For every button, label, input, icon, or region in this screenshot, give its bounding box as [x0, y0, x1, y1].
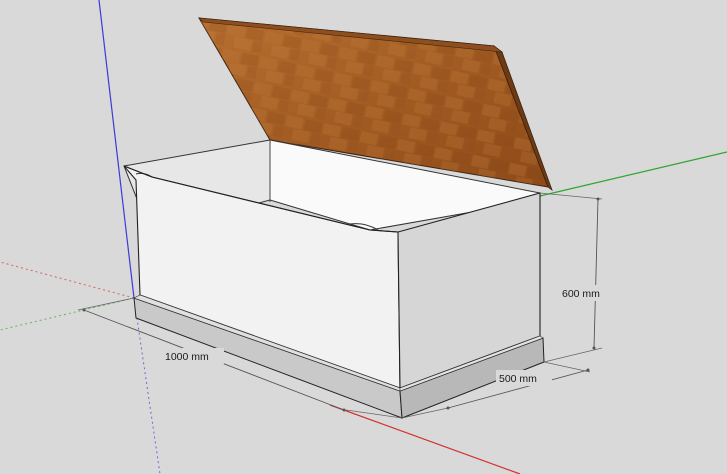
length-dimension-label: 1000 mm — [165, 351, 209, 363]
red-axis-dotted — [0, 261, 135, 299]
modeling-viewport[interactable]: 600 mm 1000 mm 500 mm — [0, 0, 727, 474]
green-axis-dotted — [0, 297, 135, 331]
blue-axis — [98, 0, 135, 299]
height-dimension[interactable]: 600 mm — [539, 192, 614, 363]
red-axis — [329, 404, 521, 474]
depth-dimension-label: 500 mm — [499, 373, 537, 385]
green-axis — [539, 151, 727, 197]
3d-scene[interactable]: 600 mm 1000 mm 500 mm — [0, 0, 727, 474]
height-dimension-label: 600 mm — [562, 288, 600, 300]
